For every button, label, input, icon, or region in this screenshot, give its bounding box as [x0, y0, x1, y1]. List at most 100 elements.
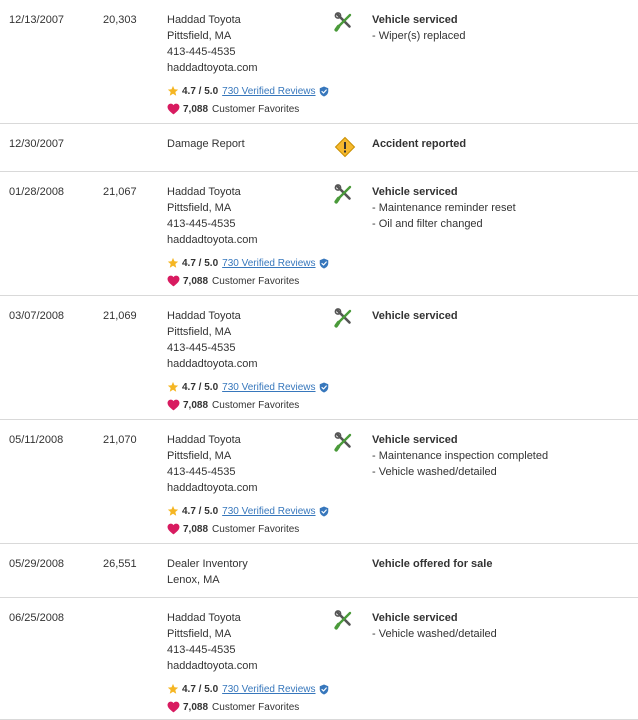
star-icon: [167, 683, 179, 695]
source-line: Pittsfield, MA: [167, 326, 232, 338]
verified-badge-icon: [319, 86, 329, 97]
source-line: Pittsfield, MA: [167, 628, 232, 640]
verified-badge-icon: [319, 258, 329, 269]
rating-value: 4.7 / 5.0: [182, 683, 219, 695]
verified-badge-icon: [319, 684, 329, 695]
source-line: 413-445-4535: [167, 46, 236, 58]
wrench-screwdriver-icon: [334, 184, 356, 206]
source-line: Pittsfield, MA: [167, 30, 232, 42]
record-odometer: 21,067: [103, 186, 137, 198]
record-source: Dealer Inventory Lenox, MA: [167, 556, 327, 588]
favorites-count: 7,088: [183, 523, 209, 535]
source-line: Haddad Toyota: [167, 186, 241, 198]
rating-value: 4.7 / 5.0: [182, 85, 219, 97]
record-comments: Vehicle serviced - Maintenance inspection…: [372, 432, 632, 480]
record-comments: Vehicle serviced: [372, 308, 632, 324]
rating-value: 4.7 / 5.0: [182, 257, 219, 269]
favorites-label: Customer Favorites: [212, 399, 300, 411]
event-title: Vehicle serviced: [372, 434, 458, 446]
wrench-screwdriver-icon: [334, 432, 356, 454]
event-detail: - Vehicle washed/detailed: [372, 628, 497, 640]
record-odometer: 21,070: [103, 434, 137, 446]
wrench-screwdriver-icon: [334, 12, 356, 34]
heart-icon: [167, 701, 180, 713]
source-line: haddadtoyota.com: [167, 62, 258, 74]
rating-value: 4.7 / 5.0: [182, 505, 219, 517]
heart-icon: [167, 275, 180, 287]
favorites-label: Customer Favorites: [212, 701, 300, 713]
dealer-rating: 4.7 / 5.0 730 Verified Reviews: [167, 379, 328, 395]
record-date: 12/13/2007: [9, 14, 65, 26]
history-record: 05/29/2008 26,551 Dealer Inventory Lenox, M…: [0, 544, 638, 598]
favorites-label: Customer Favorites: [212, 523, 300, 535]
vehicle-history-table: 12/13/2007 20,303 Haddad Toyota Pittsfield,…: [0, 0, 638, 720]
record-comments: Vehicle serviced - Wiper(s) replaced: [372, 12, 632, 44]
source-line: Haddad Toyota: [167, 310, 241, 322]
history-record: 12/30/2007 Damage Report Accident reported: [0, 124, 638, 172]
favorites-label: Customer Favorites: [212, 275, 300, 287]
record-date: 12/30/2007: [9, 138, 65, 150]
history-record: 01/28/2008 21,067 Haddad Toyota Pittsfield,…: [0, 172, 638, 296]
source-line: 413-445-4535: [167, 342, 236, 354]
record-date: 06/25/2008: [9, 612, 65, 624]
favorites-count: 7,088: [183, 701, 209, 713]
wrench-screwdriver-icon: [334, 308, 356, 330]
event-detail: - Oil and filter changed: [372, 218, 483, 230]
verified-reviews-link[interactable]: 730 Verified Reviews: [222, 382, 315, 393]
history-record: 03/07/2008 21,069 Haddad Toyota Pittsfield,…: [0, 296, 638, 420]
warning-diamond-icon: [334, 136, 356, 158]
source-line: haddadtoyota.com: [167, 660, 258, 672]
event-title: Vehicle offered for sale: [372, 558, 493, 570]
history-record: 05/11/2008 21,070 Haddad Toyota Pittsfield,…: [0, 420, 638, 544]
record-date: 05/29/2008: [9, 558, 65, 570]
source-line: Lenox, MA: [167, 574, 220, 586]
event-detail: - Vehicle washed/detailed: [372, 466, 497, 478]
verified-reviews-link[interactable]: 730 Verified Reviews: [222, 258, 315, 269]
source-line: haddadtoyota.com: [167, 358, 258, 370]
heart-icon: [167, 399, 180, 411]
record-source: Damage Report: [167, 136, 327, 152]
favorites-count: 7,088: [183, 399, 209, 411]
wrench-screwdriver-icon: [334, 610, 356, 632]
record-comments: Vehicle offered for sale: [372, 556, 632, 572]
history-record: 06/25/2008 Haddad Toyota Pittsfield, MA 413…: [0, 598, 638, 720]
event-detail: - Maintenance inspection completed: [372, 450, 549, 462]
source-line: Pittsfield, MA: [167, 202, 232, 214]
source-line: 413-445-4535: [167, 218, 236, 230]
heart-icon: [167, 103, 180, 115]
star-icon: [167, 505, 179, 517]
customer-favorites: 7,088 Customer Favorites: [167, 101, 327, 117]
source-line: haddadtoyota.com: [167, 482, 258, 494]
record-odometer: 26,551: [103, 558, 137, 570]
record-date: 01/28/2008: [9, 186, 65, 198]
source-line: haddadtoyota.com: [167, 234, 258, 246]
source-line: 413-445-4535: [167, 644, 236, 656]
verified-reviews-link[interactable]: 730 Verified Reviews: [222, 506, 315, 517]
customer-favorites: 7,088 Customer Favorites: [167, 273, 327, 289]
customer-favorites: 7,088 Customer Favorites: [167, 521, 327, 537]
verified-reviews-link[interactable]: 730 Verified Reviews: [222, 684, 315, 695]
verified-badge-icon: [319, 506, 329, 517]
favorites-count: 7,088: [183, 103, 209, 115]
dealer-rating: 4.7 / 5.0 730 Verified Reviews: [167, 681, 329, 697]
dealer-rating: 4.7 / 5.0 730 Verified Reviews: [167, 503, 329, 519]
star-icon: [167, 381, 179, 393]
record-source: Haddad Toyota Pittsfield, MA 413-445-4535 h…: [167, 432, 329, 537]
history-record: 12/13/2007 20,303 Haddad Toyota Pittsfield,…: [0, 0, 638, 124]
event-title: Vehicle serviced: [372, 612, 458, 624]
source-line: Haddad Toyota: [167, 612, 241, 624]
record-date: 03/07/2008: [9, 310, 65, 322]
record-source: Haddad Toyota Pittsfield, MA 413-445-4535 h…: [167, 610, 329, 715]
event-detail: - Maintenance reminder reset: [372, 202, 516, 214]
favorites-label: Customer Favorites: [212, 103, 300, 115]
source-line: Haddad Toyota: [167, 14, 241, 26]
source-line: Pittsfield, MA: [167, 450, 232, 462]
source-line: 413-445-4535: [167, 466, 236, 478]
event-detail: - Wiper(s) replaced: [372, 30, 466, 42]
record-comments: Vehicle serviced - Vehicle washed/detaile…: [372, 610, 632, 642]
event-title: Accident reported: [372, 138, 467, 150]
verified-reviews-link[interactable]: 730 Verified Reviews: [222, 86, 315, 97]
event-title: Vehicle serviced: [372, 186, 458, 198]
source-line: Dealer Inventory: [167, 558, 248, 570]
record-odometer: 21,069: [103, 310, 137, 322]
